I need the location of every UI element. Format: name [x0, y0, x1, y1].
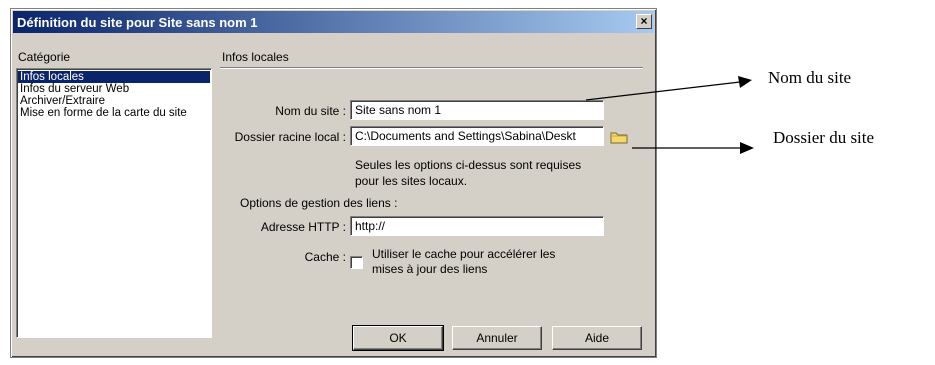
site-name-arrow-line	[585, 81, 741, 101]
annotation-site-folder: Dossier du site	[773, 128, 875, 147]
site-folder-arrowhead	[740, 142, 754, 154]
annotation-site-name: Nom du site	[768, 68, 852, 87]
annotation-arrows	[585, 76, 754, 154]
site-name-arrowhead	[738, 76, 752, 88]
